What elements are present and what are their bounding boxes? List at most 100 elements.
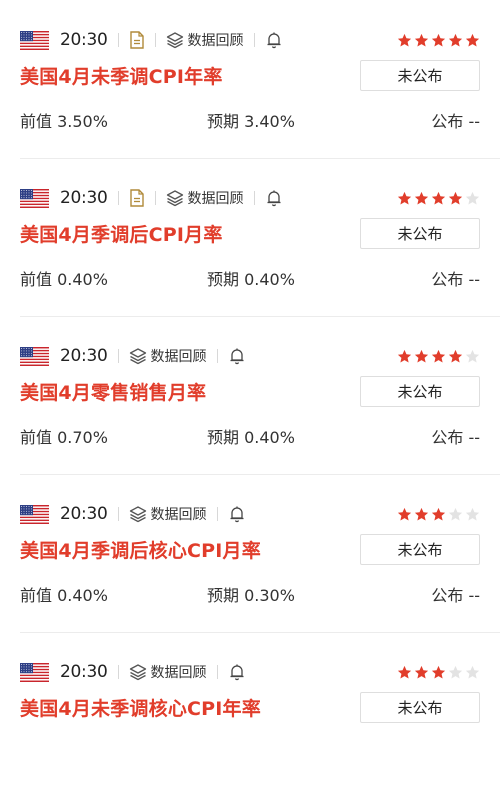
star-empty-icon [465,349,480,362]
calendar-event[interactable]: 20:30 数据回顾 美国4月季调后核心CPI月率 未公布 前值 0.40% 预期 0.3… [0,474,500,633]
event-meta-row: 20:30 数据回顾 [20,660,480,684]
event-title[interactable]: 美国4月零售销售月率 [20,378,206,405]
star-filled-icon [397,665,412,678]
star-empty-icon [465,191,480,204]
importance-stars [397,33,480,48]
importance-stars [397,665,480,680]
separator [154,33,156,47]
star-filled-icon [465,33,480,46]
actual-number: -- [468,112,480,131]
event-meta-row: 20:30 数据回顾 [20,186,480,210]
status-button[interactable]: 未公布 [360,59,480,91]
event-time: 20:30 [60,504,108,524]
event-title[interactable]: 美国4月未季调核心CPI年率 [20,694,261,721]
us-flag-icon [20,346,49,366]
actual-label: 公布 [431,586,464,605]
calendar-event[interactable]: 20:30 数据回顾 美国4月零售销售月率 未公布前值 0.70% 预期 0.40% 公布… [0,316,500,475]
event-title-row: 美国4月未季调核心CPI年率 未公布 [20,684,480,730]
event-time: 20:30 [60,188,108,208]
bell-icon[interactable] [228,663,246,681]
separator [117,665,119,679]
star-empty-icon [465,665,480,678]
forecast-label: 预期 [207,270,240,289]
separator [117,507,119,521]
previous-label: 前值 [20,112,53,131]
calendar-event[interactable]: 20:30 数据回顾 美国4月未季调核心CPI年率 未公布 [0,632,500,790]
status-button[interactable]: 未公布 [360,217,480,249]
event-meta-row: 20:30 数据回顾 [20,344,480,368]
separator [216,665,218,679]
star-filled-icon [448,191,463,204]
separator [154,191,156,205]
forecast-value: 预期 0.40% [207,424,295,448]
star-filled-icon [397,507,412,520]
star-filled-icon [414,349,429,362]
layers-icon [129,506,146,523]
layers-icon [129,348,146,365]
status-button[interactable]: 未公布 [360,533,480,565]
status-button[interactable]: 未公布 [360,691,480,723]
actual-label: 公布 [431,112,464,131]
data-review-link[interactable]: 数据回顾 [166,30,244,50]
actual-value: 公布 -- [431,108,480,132]
star-filled-icon [431,191,446,204]
status-button[interactable]: 未公布 [360,375,480,407]
document-icon[interactable] [129,189,145,207]
bell-icon[interactable] [228,505,246,523]
data-review-label: 数据回顾 [187,33,244,49]
event-title[interactable]: 美国4月季调后CPI月率 [20,220,223,247]
forecast-label: 预期 [207,586,240,605]
event-title[interactable]: 美国4月季调后核心CPI月率 [20,536,261,563]
previous-number: 3.50% [57,112,108,131]
star-filled-icon [448,33,463,46]
star-filled-icon [397,33,412,46]
bell-icon[interactable] [265,31,283,49]
star-filled-icon [397,349,412,362]
us-flag-icon [20,188,49,208]
forecast-number: 0.40% [244,270,295,289]
forecast-number: 0.40% [244,428,295,447]
star-filled-icon [397,191,412,204]
calendar-event[interactable]: 20:30 数据回顾 美国4月未季调CPI年率 未公布 前值 3.50% 预期 3.40%… [0,0,500,159]
star-filled-icon [431,33,446,46]
previous-value: 前值 3.50% [20,108,207,132]
previous-label: 前值 [20,270,53,289]
star-filled-icon [414,33,429,46]
data-review-link[interactable]: 数据回顾 [166,188,244,208]
actual-label: 公布 [431,428,464,447]
importance-stars [397,349,480,364]
layers-icon [166,190,183,207]
layers-icon [166,32,183,49]
actual-value: 公布 -- [431,424,480,448]
calendar-event[interactable]: 20:30 数据回顾 美国4月季调后CPI月率 未公布 前值 0.40% 预期 0.40%… [0,158,500,317]
us-flag-icon [20,30,49,50]
data-review-link[interactable]: 数据回顾 [129,662,207,682]
actual-value: 公布 -- [431,582,480,606]
star-filled-icon [431,507,446,520]
star-filled-icon [414,507,429,520]
data-review-label: 数据回顾 [150,665,207,681]
importance-stars [397,507,480,522]
importance-stars [397,191,480,206]
event-meta-row: 20:30 数据回顾 [20,502,480,526]
previous-value: 前值 0.70% [20,424,207,448]
previous-number: 0.40% [57,586,108,605]
star-filled-icon [414,191,429,204]
actual-label: 公布 [431,270,464,289]
bell-icon[interactable] [228,347,246,365]
star-filled-icon [448,349,463,362]
data-review-link[interactable]: 数据回顾 [129,346,207,366]
event-values-row: 前值 0.70% 预期 0.40% 公布 -- [20,424,480,448]
actual-value: 公布 -- [431,266,480,290]
data-review-link[interactable]: 数据回顾 [129,504,207,524]
event-values-row: 前值 3.50% 预期 3.40% 公布 -- [20,108,480,132]
event-title-row: 美国4月季调后CPI月率 未公布 [20,210,480,256]
document-icon[interactable] [129,31,145,49]
separator [117,191,119,205]
event-title-row: 美国4月零售销售月率 未公布 [20,368,480,414]
data-review-label: 数据回顾 [187,191,244,207]
event-title[interactable]: 美国4月未季调CPI年率 [20,62,223,89]
previous-label: 前值 [20,428,53,447]
previous-label: 前值 [20,586,53,605]
bell-icon[interactable] [265,189,283,207]
